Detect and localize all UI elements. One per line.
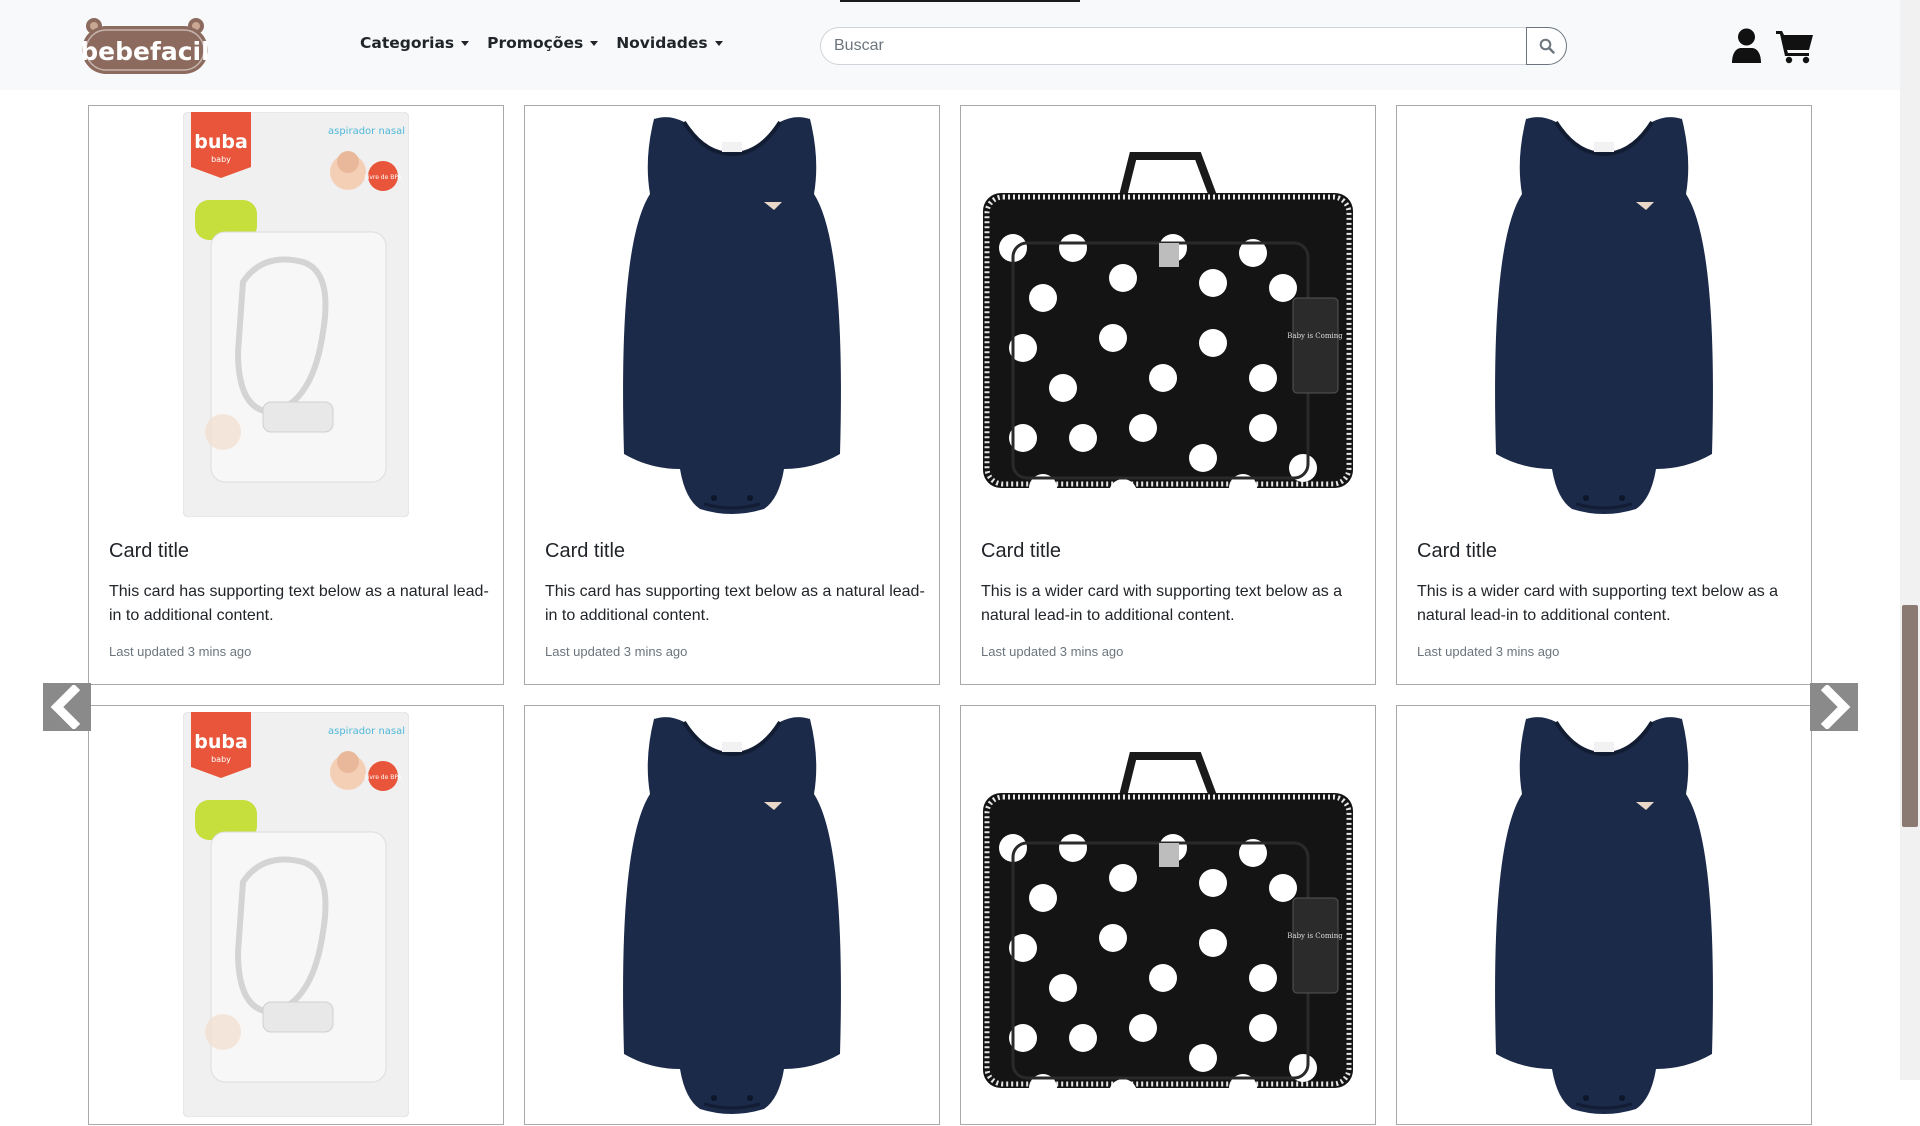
- svg-text:Livre de BPA: Livre de BPA: [364, 774, 402, 781]
- product-image-polka-dot-bag[interactable]: Baby is Coming: [961, 706, 1375, 1126]
- product-image-nasal-aspirator[interactable]: buba baby aspirador nasal com estojo Liv…: [89, 106, 503, 526]
- card-text: This is a wider card with supporting tex…: [981, 583, 1343, 624]
- card-title: Card title: [109, 540, 190, 562]
- cart-icon[interactable]: [1775, 28, 1815, 64]
- card-footer-timestamp: Last updated 3 mins ago: [109, 644, 252, 659]
- product-image-navy-bodysuit[interactable]: [525, 706, 939, 1126]
- product-image-polka-dot-bag[interactable]: Baby is Coming: [961, 106, 1375, 526]
- card-title: Card title: [545, 540, 626, 562]
- chevron-right-icon: [1820, 685, 1851, 729]
- caret-down-icon: [714, 41, 723, 46]
- product-card[interactable]: buba baby aspirador nasal com estojo Liv…: [88, 105, 504, 685]
- navbar: bebefacil Categorias Promoções Novidades: [0, 0, 1900, 90]
- svg-text:Baby is Coming: Baby is Coming: [1287, 332, 1343, 340]
- nav-categorias[interactable]: Categorias: [360, 34, 470, 52]
- svg-text:buba: buba: [194, 731, 248, 753]
- svg-text:Livre de BPA: Livre de BPA: [364, 174, 402, 181]
- card-text: This is a wider card with supporting tex…: [1417, 583, 1779, 624]
- product-image-navy-bodysuit[interactable]: [525, 106, 939, 526]
- product-card[interactable]: Card title This is a wider card with sup…: [1396, 105, 1812, 685]
- product-card[interactable]: Baby is Coming: [960, 705, 1376, 1125]
- nav-novidades[interactable]: Novidades: [616, 34, 723, 52]
- carousel-next-button[interactable]: [1810, 683, 1858, 731]
- svg-text:Baby is Coming: Baby is Coming: [1287, 932, 1343, 940]
- card-footer-timestamp: Last updated 3 mins ago: [545, 644, 688, 659]
- chevron-left-icon: [50, 685, 81, 729]
- card-text: This card has supporting text below as a…: [545, 583, 925, 624]
- card-text: This card has supporting text below as a…: [109, 583, 489, 624]
- product-card[interactable]: buba baby aspirador nasal com estojo Liv…: [88, 705, 504, 1125]
- nav-promocoes[interactable]: Promoções: [487, 34, 599, 52]
- svg-text:baby: baby: [211, 155, 231, 164]
- svg-text:buba: buba: [194, 131, 248, 153]
- product-card[interactable]: [524, 705, 940, 1125]
- search-form: [820, 27, 1567, 65]
- card-title: Card title: [981, 540, 1062, 562]
- card-footer-timestamp: Last updated 3 mins ago: [1417, 644, 1560, 659]
- search-button[interactable]: [1526, 27, 1567, 65]
- brand-logo[interactable]: bebefacil: [80, 14, 210, 76]
- nav-novidades-label: Novidades: [616, 34, 708, 52]
- product-image-navy-bodysuit[interactable]: [1397, 106, 1811, 526]
- user-icon[interactable]: [1731, 28, 1762, 64]
- main-nav: Categorias Promoções Novidades: [360, 34, 723, 52]
- svg-text:bebefacil: bebefacil: [80, 37, 209, 66]
- caret-down-icon: [590, 41, 599, 46]
- product-image-navy-bodysuit[interactable]: [1397, 706, 1811, 1126]
- top-indicator-line: [840, 0, 1080, 2]
- scrollbar-thumb[interactable]: [1902, 605, 1918, 827]
- nav-categorias-label: Categorias: [360, 34, 455, 52]
- search-icon: [1539, 38, 1555, 54]
- product-card[interactable]: [1396, 705, 1812, 1125]
- card-footer-timestamp: Last updated 3 mins ago: [981, 644, 1124, 659]
- page-scrollbar[interactable]: [1900, 0, 1920, 1080]
- svg-text:aspirador nasal com estojo: aspirador nasal com estojo: [328, 126, 409, 137]
- card-title: Card title: [1417, 540, 1498, 562]
- carousel-prev-button[interactable]: [43, 683, 91, 731]
- caret-down-icon: [461, 41, 470, 46]
- product-card[interactable]: Baby is Coming Card title This is a wide…: [960, 105, 1376, 685]
- search-input[interactable]: [820, 27, 1526, 65]
- svg-text:baby: baby: [211, 755, 231, 764]
- svg-text:aspirador nasal com estojo: aspirador nasal com estojo: [328, 726, 409, 737]
- nav-promocoes-label: Promoções: [487, 34, 584, 52]
- product-card[interactable]: Card title This card has supporting text…: [524, 105, 940, 685]
- product-image-nasal-aspirator[interactable]: buba baby aspirador nasal com estojo Liv…: [89, 706, 503, 1126]
